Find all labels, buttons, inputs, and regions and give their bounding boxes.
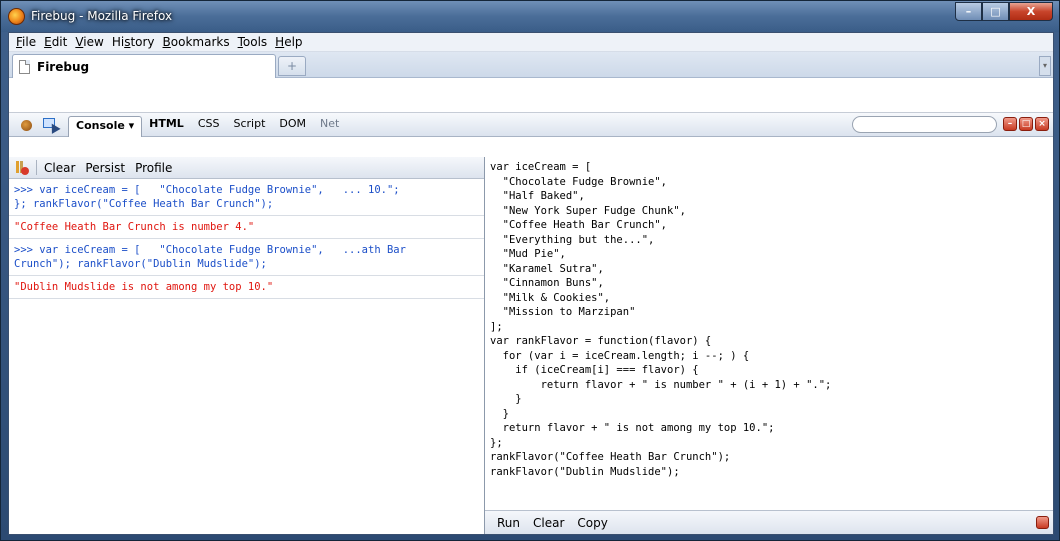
menu-tools[interactable]: Tools [234,35,272,49]
menu-view[interactable]: View [71,35,107,49]
panel-tab-dom[interactable]: DOM [272,115,313,135]
log-result-row: "Dublin Mudslide is not among my top 10.… [9,276,484,299]
console-log-panel: Clear Persist Profile >>> var iceCream =… [9,157,485,534]
panel-tab-css[interactable]: CSS [191,115,227,135]
inspect-icon[interactable] [42,117,61,134]
close-button[interactable]: X [1009,2,1053,21]
firebug-panels: Clear Persist Profile >>> var iceCream =… [9,157,1053,534]
toolbar-separator [36,160,37,175]
firefox-window: Firebug - Mozilla Firefox – □ X File Edi… [0,0,1060,541]
command-editor-textarea[interactable]: var iceCream = [ "Chocolate Fudge Browni… [485,157,1053,482]
tab-list-button[interactable]: ▾ [1039,56,1051,76]
window-title: Firebug - Mozilla Firefox [31,9,173,23]
editor-toolbar: Run Clear Copy [485,510,1053,534]
maximize-button[interactable]: □ [982,2,1009,21]
editor-clear-button[interactable]: Clear [533,516,564,530]
tab-strip: Firebug + ▾ [9,52,1053,78]
console-persist-button[interactable]: Persist [85,161,125,175]
panel-tab-net[interactable]: Net [313,115,346,135]
menu-edit[interactable]: Edit [40,35,71,49]
new-tab-button[interactable]: + [278,56,306,76]
console-clear-button[interactable]: Clear [44,161,75,175]
close-editor-icon[interactable] [1036,516,1049,529]
page-content [9,78,1053,113]
firebug-minimize-icon[interactable]: – [1003,117,1017,131]
command-editor-panel: var iceCream = [ "Chocolate Fudge Browni… [485,157,1053,534]
firebug-bug-icon[interactable] [17,117,37,133]
run-button[interactable]: Run [497,516,520,530]
menu-bookmarks[interactable]: Bookmarks [159,35,234,49]
console-toolbar: Clear Persist Profile [9,157,484,179]
menu-history[interactable]: History [108,35,159,49]
log-result-row: "Coffee Heath Bar Crunch is number 4." [9,216,484,239]
firebug-toolbar: Console ▾ HTML CSS Script DOM Net – □ × [9,113,1053,137]
document-icon [19,59,30,74]
clear-console-icon[interactable] [16,160,29,175]
panel-tab-console[interactable]: Console ▾ [68,115,143,137]
firebug-detach-icon[interactable]: □ [1019,117,1033,131]
firebug-close-icon[interactable]: × [1035,117,1049,131]
log-command-row[interactable]: >>> var iceCream = [ "Chocolate Fudge Br… [9,179,484,216]
log-command-row[interactable]: >>> var iceCream = [ "Chocolate Fudge Br… [9,239,484,276]
menu-bar: File Edit View History Bookmarks Tools H… [9,33,1053,52]
minimize-button[interactable]: – [955,2,982,21]
firefox-icon[interactable] [8,8,25,25]
firebug-search-input[interactable] [852,116,997,133]
panel-tab-html[interactable]: HTML [142,115,191,135]
panel-tab-script[interactable]: Script [226,115,272,135]
copy-button[interactable]: Copy [577,516,607,530]
tab-label: Firebug [37,59,90,74]
menu-file[interactable]: File [12,35,40,49]
menu-help[interactable]: Help [271,35,306,49]
tab-firebug[interactable]: Firebug [12,54,276,78]
window-controls: – □ X [955,2,1053,21]
console-profile-button[interactable]: Profile [135,161,172,175]
title-bar: Firebug - Mozilla Firefox – □ X [1,1,1059,32]
browser-client: File Edit View History Bookmarks Tools H… [8,32,1054,535]
